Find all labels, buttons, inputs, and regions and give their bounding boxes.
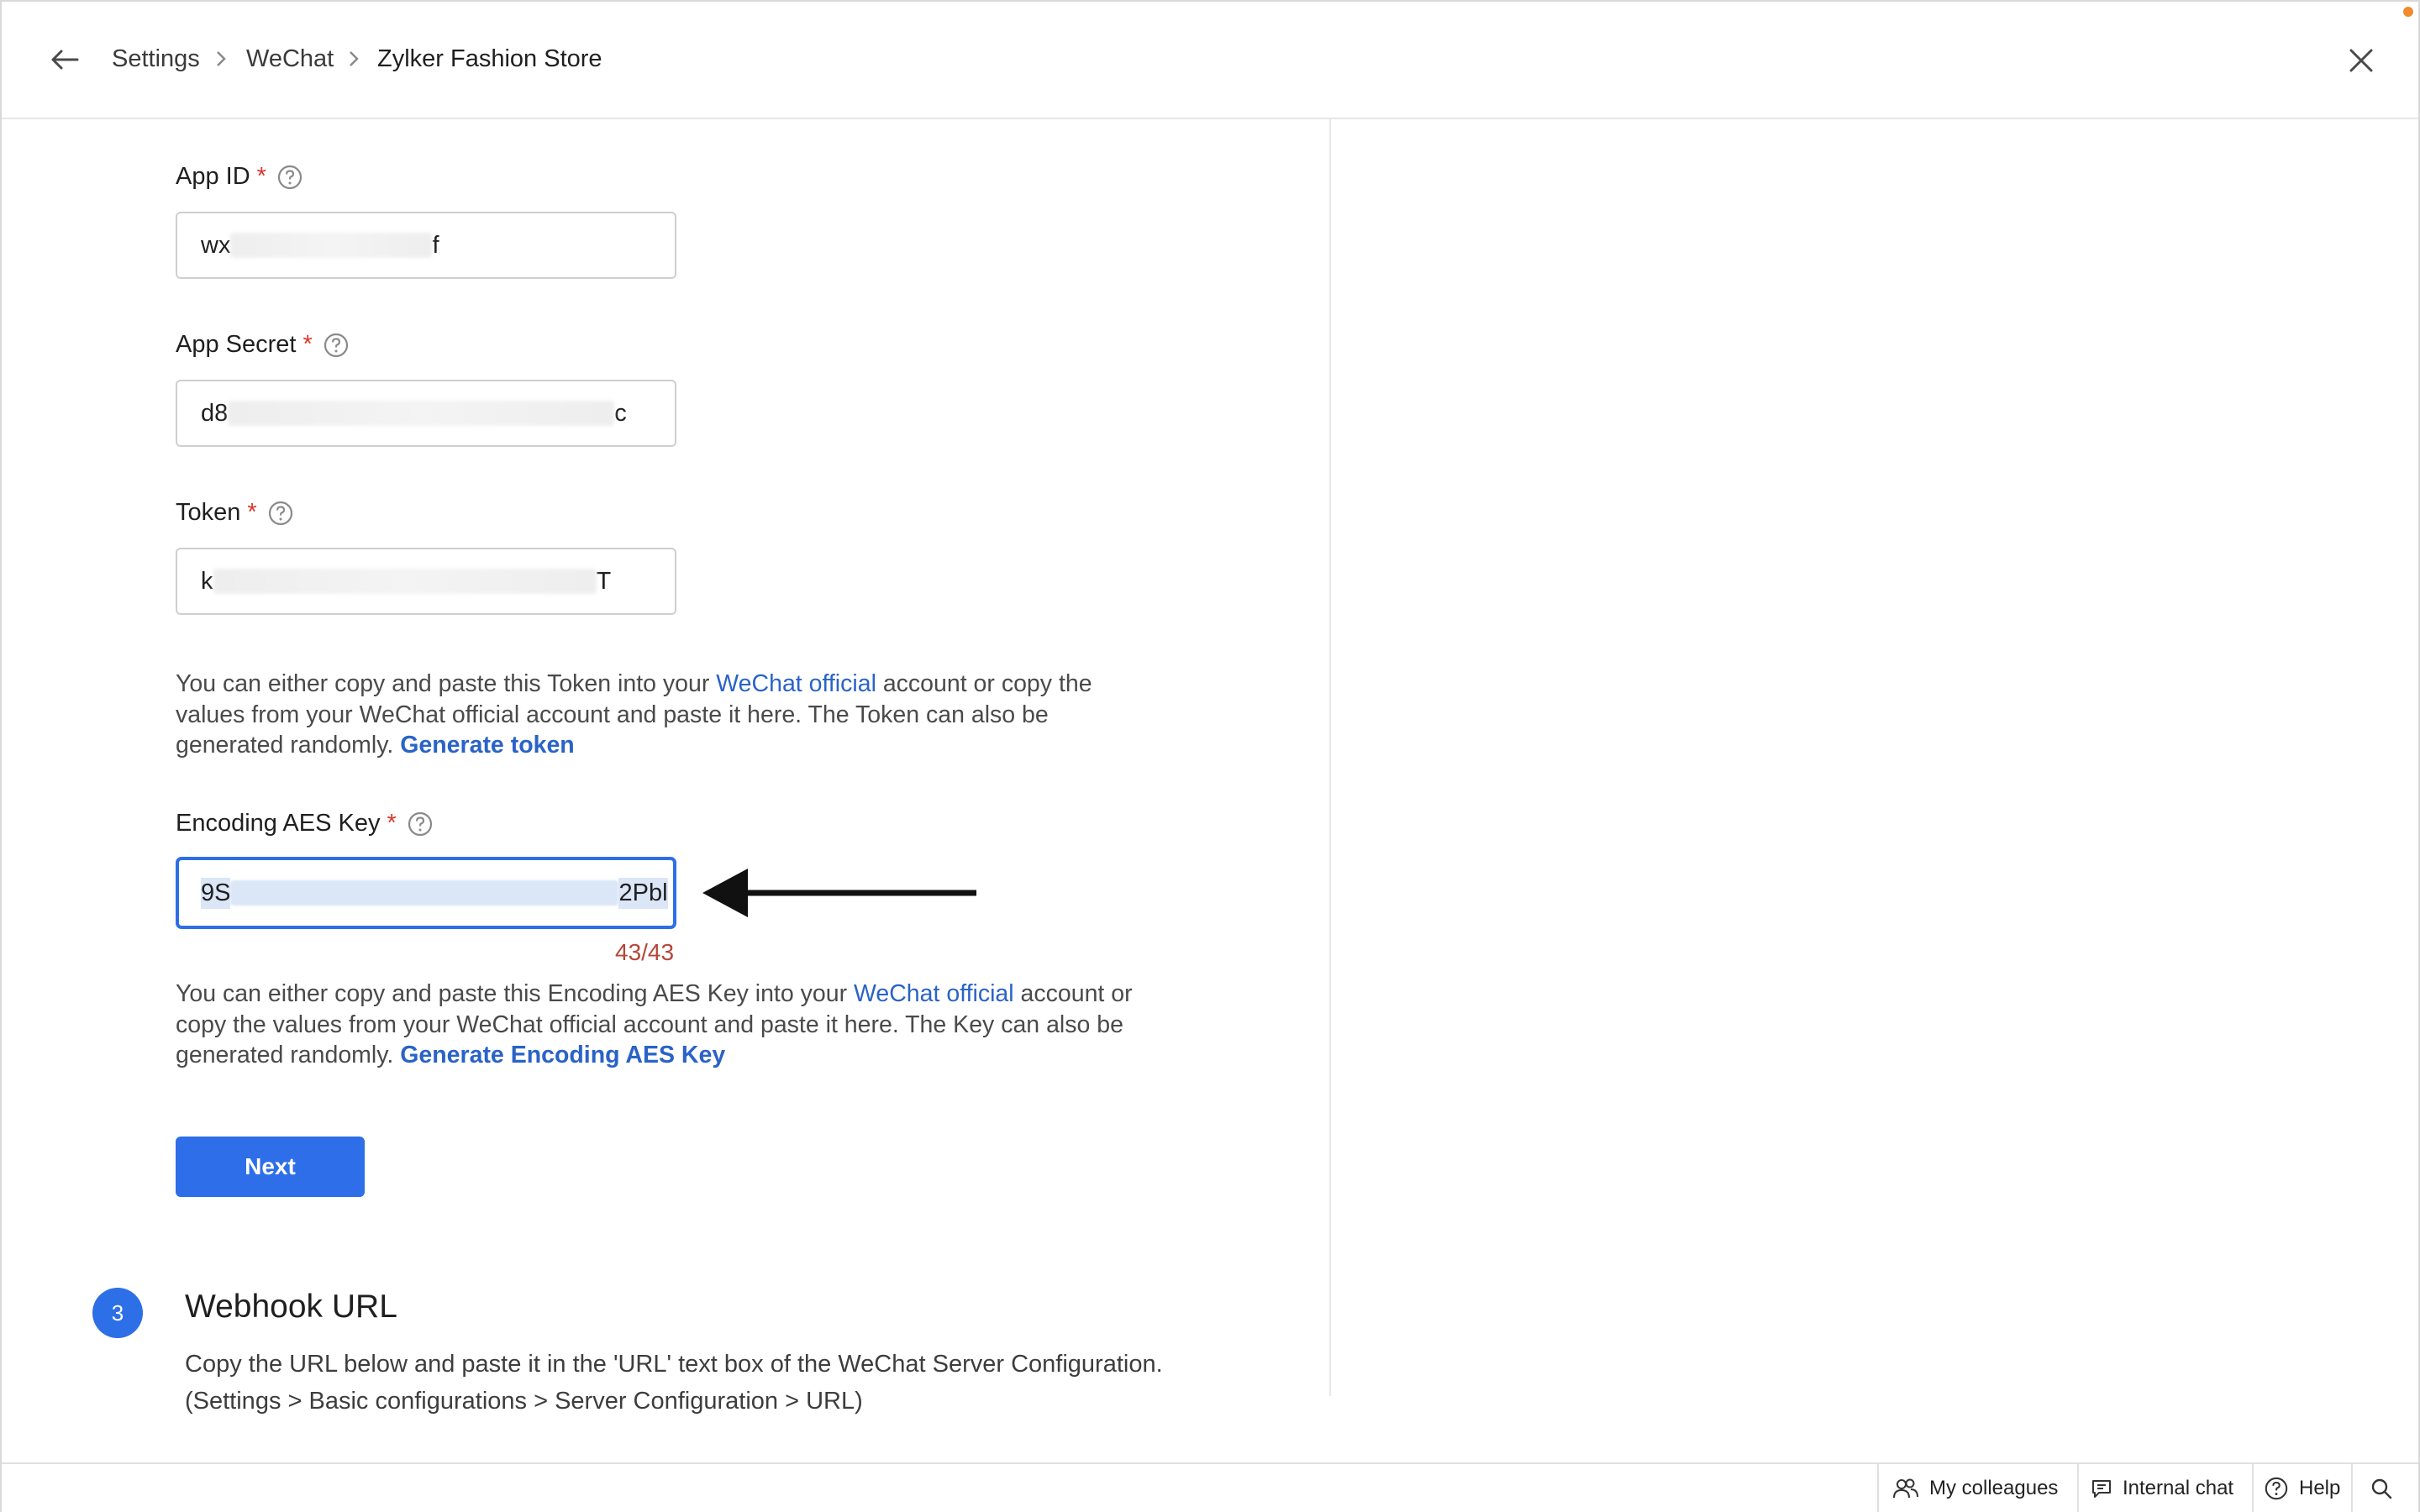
wechat-official-link[interactable]: WeChat official bbox=[716, 670, 876, 697]
app-secret-field[interactable]: d8 c bbox=[176, 380, 676, 447]
back-arrow-icon[interactable] bbox=[44, 40, 86, 79]
search-button[interactable] bbox=[2370, 1464, 2393, 1512]
chevron-right-icon bbox=[217, 51, 226, 66]
wechat-official-link[interactable]: WeChat official bbox=[854, 980, 1014, 1007]
footer-divider bbox=[1877, 1464, 1879, 1512]
chat-icon bbox=[2091, 1478, 2112, 1499]
people-icon bbox=[1892, 1477, 1919, 1500]
next-button[interactable]: Next bbox=[176, 1137, 365, 1197]
step-title: Webhook URL bbox=[185, 1289, 397, 1325]
footer-divider bbox=[2077, 1464, 2079, 1512]
help-circle-icon[interactable] bbox=[267, 500, 294, 527]
help-circle-icon[interactable] bbox=[407, 811, 434, 837]
breadcrumb-wechat[interactable]: WeChat bbox=[246, 44, 334, 74]
token-help-text: You can either copy and paste this Token… bbox=[176, 670, 1092, 759]
generate-aes-key-link[interactable]: Generate Encoding AES Key bbox=[400, 1042, 725, 1068]
panel-divider bbox=[1329, 118, 1331, 1396]
my-colleagues-button[interactable]: My colleagues bbox=[1892, 1464, 2058, 1512]
header-bar: Settings WeChat Zylker Fashion Store bbox=[2, 2, 2418, 119]
aes-help-text: You can either copy and paste this Encod… bbox=[176, 980, 1133, 1068]
footer-divider bbox=[2351, 1464, 2353, 1512]
bottom-bar: My colleagues Internal chat Help bbox=[2, 1462, 2418, 1512]
redacted-value bbox=[228, 401, 615, 426]
breadcrumb-settings[interactable]: Settings bbox=[112, 44, 200, 74]
redacted-value bbox=[213, 569, 597, 594]
internal-chat-button[interactable]: Internal chat bbox=[2091, 1464, 2233, 1512]
app-id-field[interactable]: wx f bbox=[176, 212, 676, 279]
help-circle-icon bbox=[2264, 1476, 2289, 1501]
step-description-path: (Settings > Basic configurations > Serve… bbox=[185, 1388, 863, 1415]
character-counter: 43/43 bbox=[615, 939, 675, 965]
aes-key-label: Encoding AES Key * bbox=[176, 810, 434, 837]
arrow-left-icon bbox=[702, 869, 976, 917]
token-field[interactable]: kT bbox=[176, 548, 676, 615]
app-secret-label: App Secret * bbox=[176, 331, 350, 359]
search-icon bbox=[2370, 1477, 2393, 1500]
breadcrumb-current: Zylker Fashion Store bbox=[377, 45, 602, 72]
redacted-value bbox=[230, 233, 433, 258]
step-description: Copy the URL below and paste it in the '… bbox=[185, 1351, 1163, 1378]
help-circle-icon[interactable] bbox=[323, 332, 350, 359]
redacted-value bbox=[230, 880, 619, 906]
footer-divider bbox=[2252, 1464, 2254, 1512]
app-id-label: App ID * bbox=[176, 163, 303, 191]
step-number-badge: 3 bbox=[92, 1288, 143, 1338]
generate-token-link[interactable]: Generate token bbox=[400, 732, 575, 759]
close-icon[interactable] bbox=[2341, 40, 2381, 81]
help-circle-icon[interactable] bbox=[276, 164, 303, 191]
token-label: Token * bbox=[176, 499, 294, 527]
chevron-right-icon bbox=[350, 51, 359, 66]
help-button[interactable]: Help bbox=[2264, 1464, 2340, 1512]
aes-key-field[interactable]: 9S 2Pbl bbox=[176, 857, 676, 929]
